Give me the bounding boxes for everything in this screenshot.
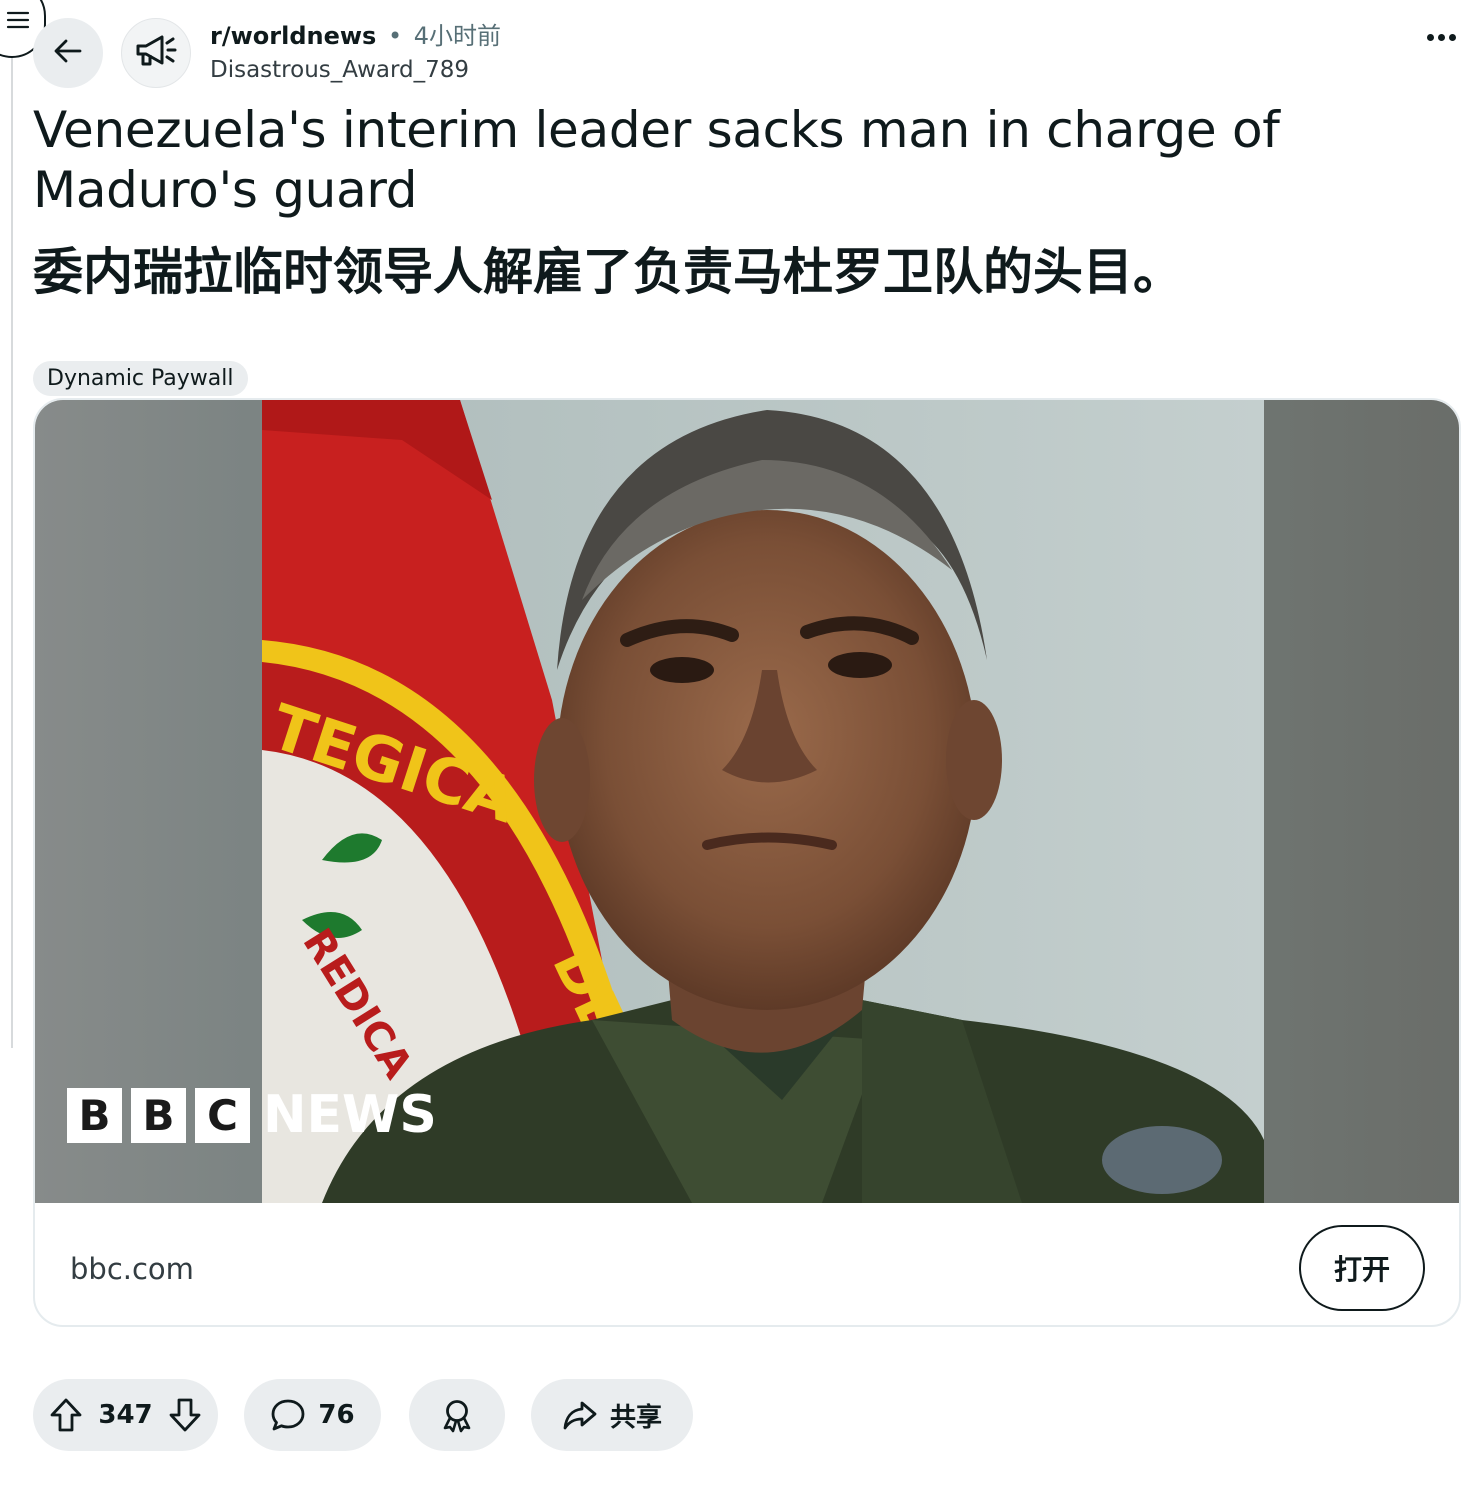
- megaphone-icon: [131, 26, 181, 80]
- downvote-icon[interactable]: [168, 1397, 202, 1433]
- bbc-news-logo: B B C NEWS: [67, 1088, 437, 1143]
- portrait-photo: TEGICA DE REDICA: [262, 400, 1264, 1203]
- award-icon: [439, 1397, 475, 1433]
- more-options-button[interactable]: [1427, 34, 1456, 41]
- subreddit-avatar[interactable]: [121, 18, 191, 88]
- more-horizontal-icon: [1438, 34, 1445, 41]
- open-link-button[interactable]: 打开: [1299, 1225, 1425, 1311]
- arrow-left-icon: [51, 34, 85, 72]
- post-title: Venezuela's interim leader sacks man in …: [33, 101, 1280, 219]
- comment-count: 76: [318, 1400, 355, 1430]
- post-time: 4小时前: [413, 22, 502, 50]
- link-preview-image[interactable]: TEGICA DE REDICA B B C NEWS: [35, 400, 1459, 1203]
- award-button[interactable]: [409, 1379, 505, 1451]
- subreddit-link[interactable]: r/worldnews: [210, 22, 376, 50]
- share-button[interactable]: 共享: [531, 1379, 693, 1451]
- post-title-translation: 委内瑞拉临时领导人解雇了负责马杜罗卫队的头目。: [33, 243, 1183, 301]
- upvote-icon[interactable]: [49, 1397, 83, 1433]
- vote-count: 347: [98, 1400, 153, 1430]
- author-link[interactable]: Disastrous_Award_789: [210, 54, 501, 86]
- share-label: 共享: [609, 1402, 662, 1433]
- post-flair[interactable]: Dynamic Paywall: [33, 361, 248, 396]
- more-horizontal-icon: [1449, 34, 1456, 41]
- thread-line: [11, 40, 13, 1048]
- vote-bar: 347: [33, 1379, 218, 1451]
- share-icon: [562, 1397, 598, 1433]
- back-button[interactable]: [33, 18, 103, 88]
- meta-separator: •: [387, 22, 403, 50]
- comments-button[interactable]: 76: [244, 1379, 381, 1451]
- link-domain[interactable]: bbc.com: [70, 1249, 194, 1289]
- menu-icon: [6, 8, 30, 32]
- comment-icon: [270, 1397, 306, 1433]
- link-preview-footer: bbc.com 打开: [35, 1203, 1459, 1325]
- more-horizontal-icon: [1427, 34, 1434, 41]
- link-preview-card[interactable]: TEGICA DE REDICA B B C NEWS bbc.com 打开: [33, 398, 1461, 1327]
- post-actions: 347 76 共享: [33, 1379, 693, 1451]
- post-meta: r/worldnews • 4小时前 Disastrous_Award_789: [210, 20, 501, 86]
